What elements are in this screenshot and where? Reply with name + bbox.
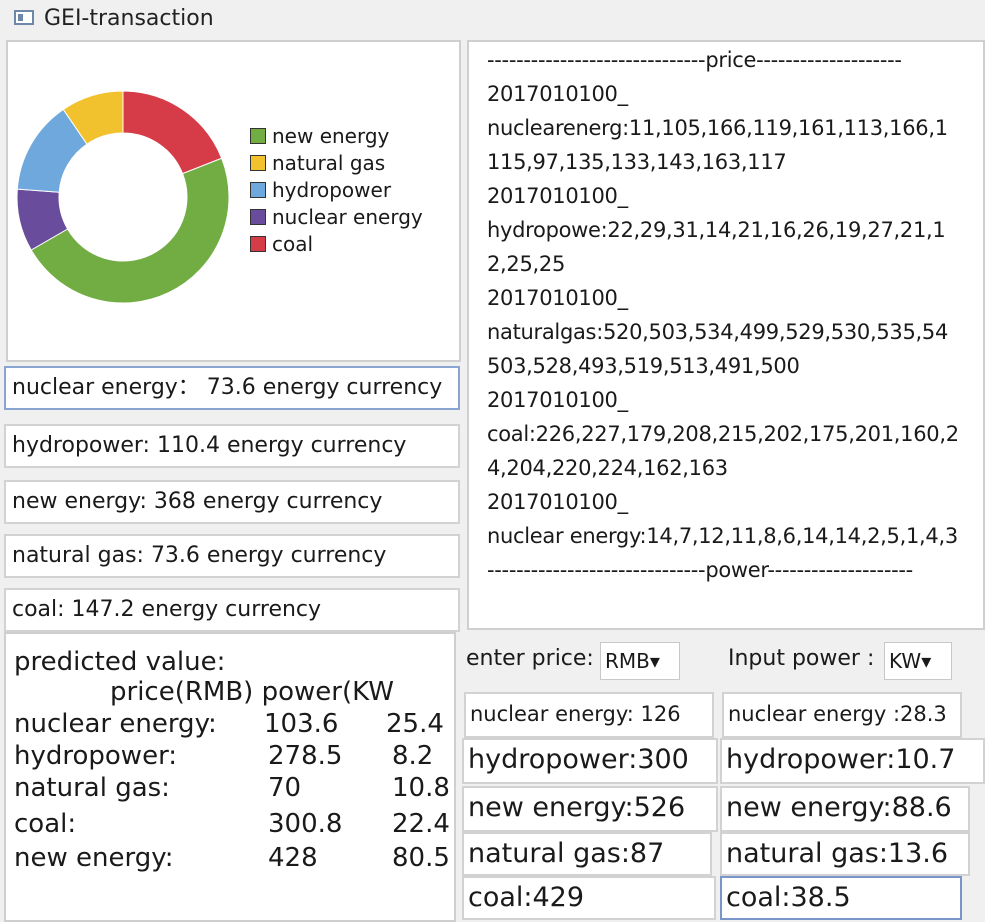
predicted-row-price: 300.8 (268, 809, 343, 839)
price-line: 2017010100_ (487, 286, 628, 310)
price-line: 2017010100_ (487, 184, 628, 208)
title-bar: GEI-transaction (0, 0, 985, 36)
hydropower-power-input[interactable]: hydropower:10.7 (720, 738, 985, 784)
legend-swatch (250, 155, 266, 171)
price-data-textarea[interactable]: ------------------------------price-----… (467, 40, 985, 630)
price-separator: ------------------------------price-----… (487, 48, 902, 72)
price-line: naturalgas:520,503,534,499,529,530,535,5… (487, 320, 949, 344)
new-energy-currency-value[interactable]: new energy: 368 energy currency (4, 480, 460, 524)
donut-chart (16, 90, 230, 304)
predicted-row-name: nuclear energy: (14, 709, 217, 739)
natural-gas-price-input[interactable]: natural gas:87 (462, 832, 712, 876)
hydropower-price-input[interactable]: hydropower:300 (462, 738, 718, 784)
predicted-row-price: 103.6 (264, 709, 339, 739)
legend-label: nuclear energy (272, 205, 423, 229)
price-line: 503,528,493,519,513,491,500 (487, 354, 800, 378)
predicted-row-power: 22.4 (392, 809, 450, 839)
predicted-row-power: 25.4 (386, 709, 444, 739)
legend-item-natural-gas: natural gas (250, 151, 385, 175)
predicted-row-power: 10.8 (392, 773, 450, 803)
legend-label: natural gas (272, 151, 386, 175)
new-energy-price-input[interactable]: new energy:526 (462, 786, 718, 832)
legend-item-new-energy: new energy (250, 124, 389, 148)
price-line: 115,97,135,133,143,163,117 (487, 150, 787, 174)
input-power-label: Input power : (728, 646, 875, 671)
coal-price-input[interactable]: coal:429 (462, 876, 716, 920)
legend-swatch (250, 128, 266, 144)
predicted-row-price: 70 (268, 773, 302, 803)
predicted-row-price: 278.5 (268, 741, 343, 771)
predicted-title: predicted value: (14, 647, 226, 677)
legend-swatch (250, 209, 266, 225)
predicted-row-name: hydropower: (14, 741, 178, 771)
natural-gas-power-input[interactable]: natural gas:13.6 (720, 832, 970, 876)
price-line: 2017010100_ (487, 388, 628, 412)
predicted-value-panel: predicted value: price(RMB) power(KW nuc… (4, 632, 456, 922)
predicted-row-power: 8.2 (392, 741, 434, 771)
price-line: coal:226,227,179,208,215,202,175,201,160… (487, 422, 959, 446)
predicted-header: price(RMB) power(KW (110, 677, 394, 707)
natural-gas-currency-value[interactable]: natural gas: 73.6 energy currency (4, 534, 460, 578)
nuclear-energy-price-input[interactable]: nuclear energy: 126 (464, 692, 714, 738)
predicted-row-name: coal: (14, 809, 77, 839)
price-line: 4,204,220,224,162,163 (487, 456, 728, 480)
window-title: GEI-transaction (44, 6, 214, 31)
legend-label: hydropower (272, 178, 392, 202)
legend-swatch (250, 182, 266, 198)
predicted-row-power: 80.5 (392, 843, 450, 873)
chevron-down-icon: ▾ (649, 649, 660, 673)
coal-power-input[interactable]: coal:38.5 (720, 876, 962, 920)
nuclear-energy-currency-value[interactable]: nuclear energy： 73.6 energy currency (4, 366, 460, 410)
price-line: hydropowe:22,29,31,14,21,16,26,19,27,21,… (487, 218, 946, 242)
app-icon (14, 10, 34, 25)
price-line: 2017010100_ (487, 490, 628, 514)
coal-currency-value[interactable]: coal: 147.2 energy currency (4, 588, 460, 632)
price-line: nuclear energy:14,7,12,11,8,6,14,14,2,5,… (487, 524, 958, 548)
legend-item-hydropower: hydropower (250, 178, 391, 202)
power-unit-value: KW (889, 649, 922, 673)
predicted-row-name: new energy: (14, 843, 174, 873)
legend-item-coal: coal (250, 232, 313, 256)
new-energy-power-input[interactable]: new energy:88.6 (720, 786, 970, 832)
legend-swatch (250, 236, 266, 252)
donut-slice-coal (122, 90, 223, 175)
enter-price-label: enter price: (466, 646, 594, 671)
price-line: nuclearenerg:11,105,166,119,161,113,166,… (487, 116, 948, 140)
predicted-row-name: natural gas: (14, 773, 170, 803)
hydropower-currency-value[interactable]: hydropower: 110.4 energy currency (4, 424, 460, 468)
chevron-down-icon: ▾ (921, 649, 932, 673)
predicted-row-price: 428 (268, 843, 318, 873)
nuclear-energy-power-input[interactable]: nuclear energy :28.3 (722, 692, 962, 738)
price-unit-value: RMB (605, 649, 650, 673)
price-unit-dropdown[interactable]: RMB▾ (600, 642, 680, 680)
price-line: 2,25,25 (487, 252, 566, 276)
energy-mix-chart-panel: new energy natural gas hydropower nuclea… (6, 40, 461, 362)
legend-item-nuclear-energy: nuclear energy (250, 205, 423, 229)
power-unit-dropdown[interactable]: KW▾ (884, 642, 952, 680)
legend-label: new energy (272, 124, 390, 148)
price-line: 2017010100_ (487, 82, 628, 106)
power-separator: ------------------------------power-----… (487, 558, 913, 582)
legend-label: coal (272, 232, 314, 256)
